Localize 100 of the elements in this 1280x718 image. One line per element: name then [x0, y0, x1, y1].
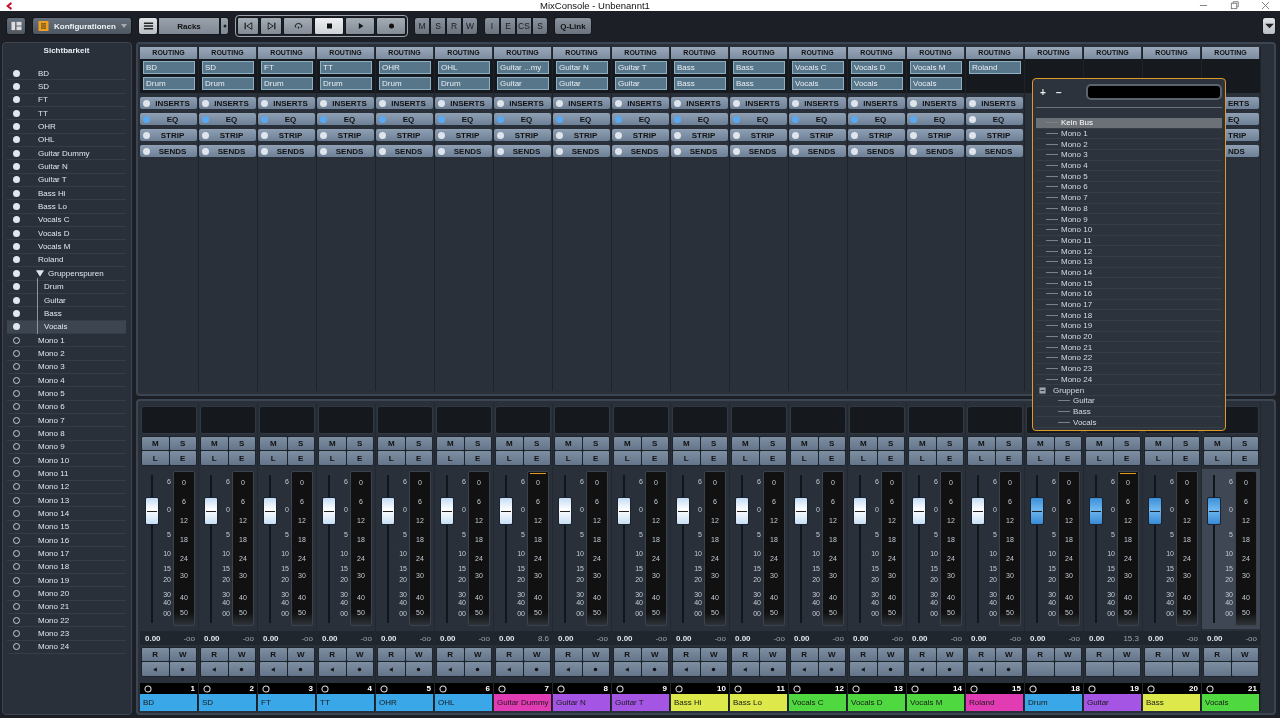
restore-icon[interactable]	[1230, 1, 1239, 10]
rack-button[interactable]: STRIP	[435, 129, 492, 141]
rack-button[interactable]: STRIP	[199, 129, 256, 141]
solo-button[interactable]: S	[523, 437, 550, 450]
rack-button[interactable]: SENDS	[907, 145, 964, 157]
blank-button[interactable]	[1172, 662, 1199, 676]
solo-button[interactable]: S	[641, 437, 668, 450]
listen-button[interactable]: L	[968, 451, 995, 465]
bus-item[interactable]: Kein Bus	[1036, 118, 1222, 129]
listen-button[interactable]: L	[732, 451, 759, 465]
rack-power-dot[interactable]	[438, 115, 445, 123]
rack-power-dot[interactable]	[320, 115, 327, 123]
rack-button[interactable]: EQ	[612, 113, 669, 125]
bus-item[interactable]: Mono 23	[1036, 363, 1222, 375]
rack-button[interactable]: SENDS	[553, 145, 610, 157]
visibility-dot[interactable]	[13, 243, 20, 251]
play-button[interactable]	[345, 17, 375, 35]
input-routing-field[interactable]: SD	[202, 61, 254, 74]
channel-name[interactable]: Drum	[1025, 694, 1083, 711]
read-button[interactable]: R	[791, 648, 818, 661]
rack-power-dot[interactable]	[202, 99, 209, 107]
rack-power-dot[interactable]	[733, 131, 740, 139]
monitor-button[interactable]	[850, 662, 877, 676]
channel-ring-icon[interactable]	[203, 684, 211, 693]
rack-power-dot[interactable]	[969, 99, 976, 107]
rack-button[interactable]: INSERTS	[553, 97, 610, 109]
rack-power-dot[interactable]	[615, 147, 622, 155]
visibility-dot[interactable]	[13, 176, 20, 184]
rack-button[interactable]: EQ	[553, 113, 610, 125]
rack-power-dot[interactable]	[969, 131, 976, 139]
visibility-dot[interactable]	[13, 189, 20, 197]
visibility-dot[interactable]	[13, 149, 20, 157]
read-button[interactable]: R	[201, 648, 228, 661]
channel-name[interactable]: BD	[140, 694, 198, 711]
listen-button[interactable]: L	[378, 451, 405, 465]
fader-handle[interactable]	[617, 496, 631, 525]
read-button[interactable]: R	[378, 648, 405, 661]
channel-filter-button[interactable]: E	[500, 17, 516, 35]
channel-name[interactable]: Guitar Dummy	[494, 694, 552, 711]
bus-item[interactable]: Mono 18	[1036, 310, 1222, 322]
channel-ring-icon[interactable]	[911, 684, 919, 693]
bus-item[interactable]: Mono 12	[1036, 246, 1222, 257]
rack-button[interactable]: INSERTS	[140, 97, 197, 109]
edit-button[interactable]: E	[523, 451, 550, 465]
rack-power-dot[interactable]	[202, 131, 209, 139]
edit-button[interactable]: E	[1113, 451, 1140, 465]
rack-button[interactable]: EQ	[848, 113, 905, 125]
visibility-item[interactable]: Mono 18	[7, 560, 126, 575]
write-button[interactable]: W	[877, 648, 904, 661]
rack-power-dot[interactable]	[615, 99, 622, 107]
write-button[interactable]: W	[936, 648, 963, 661]
channel-ring-icon[interactable]	[970, 684, 978, 693]
record-enable-button[interactable]	[523, 662, 550, 676]
channel-name[interactable]: Bass Lo	[730, 694, 788, 711]
rack-power-dot[interactable]	[733, 147, 740, 155]
blank-button[interactable]	[1113, 662, 1140, 676]
visibility-item[interactable]: SD	[7, 80, 126, 94]
write-button[interactable]: W	[346, 648, 373, 661]
blank-button[interactable]	[1231, 662, 1258, 676]
visibility-item[interactable]: Guitar T	[7, 173, 126, 188]
mute-button[interactable]: M	[142, 437, 169, 450]
output-routing-field[interactable]: Drum	[379, 77, 431, 90]
monitor-button[interactable]	[673, 662, 700, 676]
rack-power-dot[interactable]	[910, 115, 917, 123]
bus-item[interactable]: Bass	[1036, 406, 1222, 418]
write-button[interactable]: W	[405, 648, 432, 661]
listen-button[interactable]: L	[1204, 451, 1231, 465]
read-button[interactable]: R	[319, 648, 346, 661]
rack-button[interactable]: INSERTS	[317, 97, 374, 109]
record-enable-button[interactable]	[877, 662, 904, 676]
bus-item[interactable]: Mono 17	[1036, 299, 1222, 311]
rack-button[interactable]: INSERTS	[966, 97, 1023, 109]
collapse-icon[interactable]	[1039, 386, 1046, 394]
visibility-dot[interactable]	[13, 269, 20, 277]
rack-power-dot[interactable]	[792, 131, 799, 139]
visibility-item[interactable]: Mono 6	[7, 400, 126, 414]
mute-button[interactable]: M	[496, 437, 523, 450]
rack-button[interactable]: EQ	[258, 113, 315, 125]
channel-ring-icon[interactable]	[1206, 684, 1214, 693]
record-enable-button[interactable]	[936, 662, 963, 676]
stop-button[interactable]	[314, 17, 344, 35]
record-enable-button[interactable]	[759, 662, 786, 676]
solo-button[interactable]: S	[1231, 437, 1258, 450]
mute-button[interactable]: M	[968, 437, 995, 450]
channel-filter-button[interactable]: S	[430, 17, 446, 35]
monitor-button[interactable]	[909, 662, 936, 676]
rack-power-dot[interactable]	[910, 131, 917, 139]
channel-ring-icon[interactable]	[1029, 684, 1037, 693]
mute-button[interactable]: M	[1145, 437, 1172, 450]
write-button[interactable]: W	[287, 648, 314, 661]
rack-power-dot[interactable]	[261, 147, 268, 155]
channel-ring-icon[interactable]	[852, 684, 860, 693]
visibility-item[interactable]: Vocals C	[7, 213, 126, 228]
monitor-button[interactable]	[555, 662, 582, 676]
record-button[interactable]	[376, 17, 406, 35]
visibility-item[interactable]: Mono 9	[7, 440, 126, 454]
input-routing-field[interactable]: Guitar T	[615, 61, 667, 74]
rack-button[interactable]: EQ	[907, 113, 964, 125]
visibility-item[interactable]: Drum	[7, 280, 126, 294]
read-button[interactable]: R	[260, 648, 287, 661]
